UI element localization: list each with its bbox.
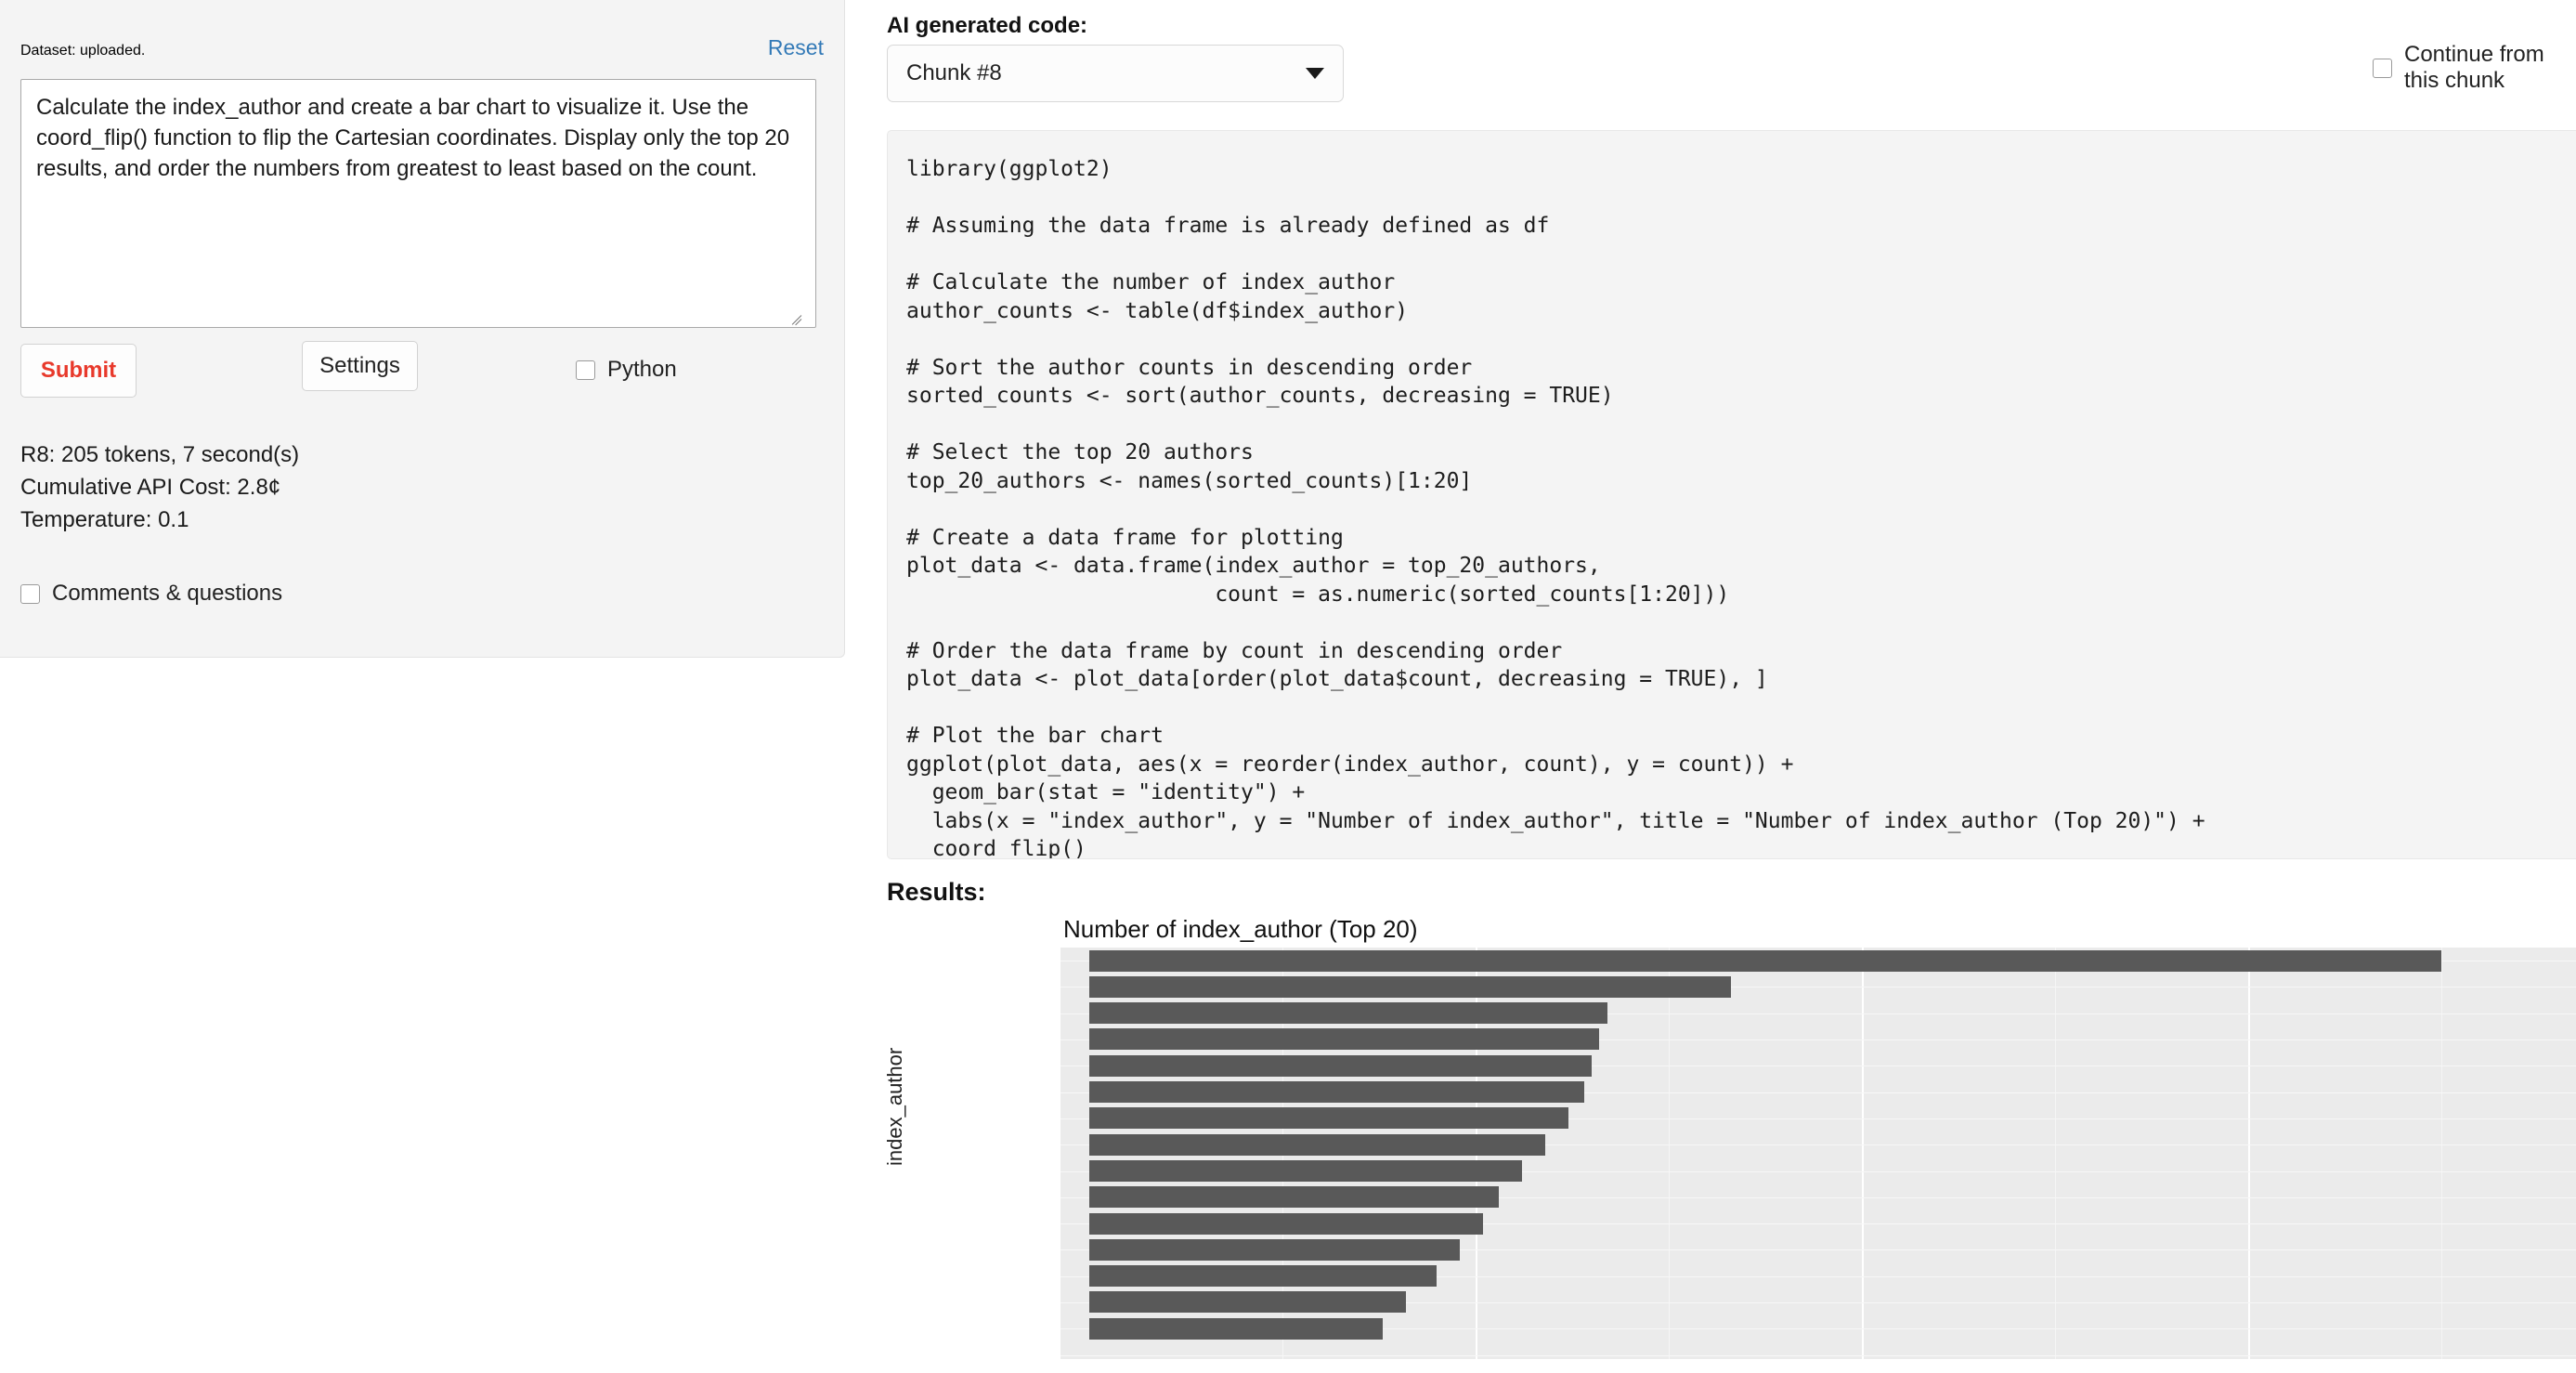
python-checkbox-row[interactable]: Python	[576, 357, 677, 383]
chart-bar	[1089, 1159, 1522, 1182]
dataset-row: Dataset: uploaded. Reset	[20, 35, 824, 60]
continue-from-chunk-label: Continue from this chunk	[2404, 42, 2544, 93]
chart-bar	[1089, 1317, 1384, 1340]
chart-gridline-minor	[1669, 948, 1671, 1359]
chunk-select[interactable]: Chunk #8	[887, 45, 1344, 102]
comments-checkbox-label: Comments & questions	[52, 581, 283, 606]
chart-bar	[1089, 1265, 1438, 1288]
chevron-down-icon	[1306, 68, 1324, 79]
comments-checkbox[interactable]	[20, 583, 40, 604]
python-checkbox-label: Python	[607, 357, 677, 382]
chart-bar	[1089, 1186, 1500, 1209]
chart-bar	[1089, 1133, 1545, 1156]
chart-gridline-major	[2248, 948, 2251, 1359]
chart-gridline-horizontal	[1060, 1354, 2576, 1356]
chart-bar	[1089, 975, 1731, 998]
prompt-panel: Dataset: uploaded. Reset Submit Settings…	[0, 0, 845, 658]
reset-link[interactable]: Reset	[768, 35, 824, 60]
chart-bar	[1089, 1291, 1407, 1314]
chart-bar	[1089, 1212, 1484, 1235]
chart-gridline-minor	[2055, 948, 2057, 1359]
code-block: library(ggplot2) # Assuming the data fra…	[887, 130, 2576, 859]
prompt-input[interactable]	[20, 79, 816, 328]
chart-y-axis-title: index_author	[887, 1047, 906, 1166]
chart-bar	[1089, 1081, 1584, 1103]
chart-plot-panel	[1060, 948, 2576, 1359]
chart-bar	[1089, 1238, 1461, 1261]
chart-bar	[1089, 1107, 1568, 1130]
dataset-status-label: Dataset: uploaded.	[20, 43, 146, 59]
temperature-stat: Temperature: 0.1	[20, 507, 189, 532]
python-checkbox[interactable]	[576, 360, 595, 380]
chart-bar	[1089, 1002, 1607, 1025]
ai-generated-code-title: AI generated code:	[887, 13, 1088, 38]
comments-checkbox-row[interactable]: Comments & questions	[20, 581, 282, 607]
continue-from-chunk-checkbox[interactable]	[2373, 58, 2392, 78]
cost-stat: Cumulative API Cost: 2.8¢	[20, 475, 281, 500]
results-chart: Number of index_author (Top 20) index_au…	[887, 915, 2576, 1373]
chart-bar	[1089, 949, 2442, 972]
submit-button[interactable]: Submit	[20, 344, 137, 398]
chunk-select-value: Chunk #8	[906, 60, 1002, 85]
continue-checkbox-row[interactable]: Continue from this chunk	[2373, 42, 2576, 94]
chart-gridline-minor	[2441, 948, 2443, 1359]
tokens-stat: R8: 205 tokens, 7 second(s)	[20, 442, 300, 467]
app-root: Dataset: uploaded. Reset Submit Settings…	[0, 0, 2576, 1373]
chart-gridline-major	[1862, 948, 1865, 1359]
results-title: Results:	[887, 878, 986, 906]
chart-title: Number of index_author (Top 20)	[1063, 915, 1418, 943]
chart-bar	[1089, 1028, 1600, 1051]
settings-button[interactable]: Settings	[302, 341, 418, 391]
chart-bar	[1089, 1054, 1592, 1077]
code-text: library(ggplot2) # Assuming the data fra…	[906, 157, 2205, 859]
run-stats: R8: 205 tokens, 7 second(s) Cumulative A…	[20, 438, 299, 536]
